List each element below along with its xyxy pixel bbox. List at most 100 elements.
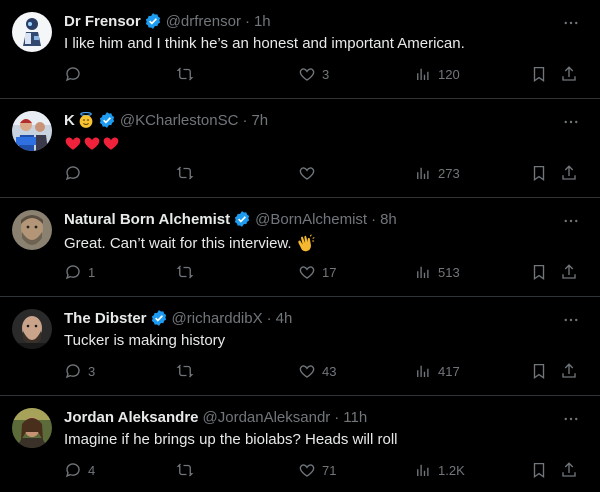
bookmark-button[interactable]	[530, 64, 548, 84]
timestamp[interactable]: 8h	[380, 211, 397, 228]
tweet-header: Dr Frensor @drfrensor · 1h	[64, 11, 271, 31]
avatar[interactable]	[12, 408, 52, 448]
avatar[interactable]	[12, 12, 52, 52]
reply-button[interactable]	[64, 163, 88, 183]
display-name[interactable]: Jordan Aleksandre	[64, 409, 199, 426]
verified-badge-icon	[144, 12, 162, 30]
tweet[interactable]: Dr Frensor @drfrensor · 1h I like him an…	[0, 0, 600, 99]
action-bar: 273	[60, 163, 580, 183]
tweet-text: Imagine if he brings up the biolabs? Hea…	[64, 431, 398, 448]
reply-button[interactable]: 3	[64, 361, 95, 381]
like-button[interactable]: 17	[298, 262, 336, 282]
views-button[interactable]: 273	[414, 163, 460, 183]
bookmark-button[interactable]	[530, 163, 548, 183]
user-handle[interactable]: @KCharlestonSC	[120, 112, 239, 129]
retweet-button[interactable]	[176, 163, 200, 183]
display-name[interactable]: Natural Born Alchemist	[64, 211, 230, 228]
share-button[interactable]	[560, 361, 578, 381]
reply-button[interactable]: 1	[64, 262, 95, 282]
tweet[interactable]: Jordan Aleksandre @JordanAleksandr · 11h…	[0, 396, 600, 491]
analytics-icon	[414, 65, 432, 83]
timestamp[interactable]: 4h	[276, 310, 293, 327]
tweet-body: Great. Can’t wait for this interview.	[64, 233, 316, 253]
share-icon	[560, 65, 578, 83]
views-count: 120	[438, 66, 460, 82]
tweet[interactable]: The Dibster @richarddibX · 4h Tucker is …	[0, 297, 600, 396]
heart-icon	[298, 164, 316, 182]
user-handle[interactable]: @drfrensor	[166, 13, 241, 30]
views-button[interactable]: 513	[414, 262, 460, 282]
share-icon	[560, 164, 578, 182]
share-button[interactable]	[560, 262, 578, 282]
analytics-icon	[414, 164, 432, 182]
more-icon[interactable]	[562, 311, 580, 329]
like-button[interactable]: 71	[298, 460, 336, 480]
tweet-text: Tucker is making history	[64, 332, 226, 349]
tweet-header: The Dibster @richarddibX · 4h	[64, 308, 292, 328]
tweet[interactable]: Natural Born Alchemist @BornAlchemist · …	[0, 198, 600, 297]
separator-dot: ·	[334, 408, 340, 426]
reply-button[interactable]: 4	[64, 460, 95, 480]
timestamp[interactable]: 11h	[343, 409, 367, 426]
heart-icon	[298, 362, 316, 380]
avatar[interactable]	[12, 210, 52, 250]
views-count: 273	[438, 165, 460, 181]
red-heart-icon	[83, 134, 101, 156]
avatar[interactable]	[12, 309, 52, 349]
action-bar: 3 120	[60, 64, 580, 84]
share-button[interactable]	[560, 64, 578, 84]
more-icon[interactable]	[562, 212, 580, 230]
display-name[interactable]: K	[64, 112, 75, 129]
analytics-icon	[414, 461, 432, 479]
share-button[interactable]	[560, 163, 578, 183]
like-button[interactable]	[298, 163, 322, 183]
red-heart-icon	[64, 134, 82, 156]
more-icon[interactable]	[562, 14, 580, 32]
bookmark-icon	[530, 461, 548, 479]
share-button[interactable]	[560, 460, 578, 480]
bookmark-button[interactable]	[530, 262, 548, 282]
views-button[interactable]: 120	[414, 64, 460, 84]
action-bar: 4 71 1.2K	[60, 460, 580, 480]
bookmark-button[interactable]	[530, 361, 548, 381]
verified-badge-icon	[233, 210, 251, 228]
reply-count: 1	[88, 264, 96, 280]
user-handle[interactable]: @JordanAleksandr	[203, 409, 331, 426]
red-heart-icon	[102, 134, 120, 156]
bookmark-button[interactable]	[530, 460, 548, 480]
like-count: 17	[322, 264, 337, 280]
retweet-icon	[176, 65, 194, 83]
retweet-icon	[176, 362, 194, 380]
user-handle[interactable]: @richarddibX	[172, 310, 263, 327]
retweet-icon	[176, 461, 194, 479]
retweet-button[interactable]	[176, 64, 200, 84]
timestamp[interactable]: 1h	[254, 13, 271, 30]
views-count: 417	[438, 363, 460, 379]
more-icon[interactable]	[562, 410, 580, 428]
retweet-button[interactable]	[176, 361, 200, 381]
reply-button[interactable]	[64, 64, 88, 84]
reply-feed: Dr Frensor @drfrensor · 1h I like him an…	[0, 0, 600, 491]
views-button[interactable]: 417	[414, 361, 460, 381]
tweet-header: K @KCharlestonSC · 7h	[64, 110, 268, 130]
separator-dot: ·	[266, 309, 272, 327]
reply-icon	[64, 164, 82, 182]
heart-icon	[298, 263, 316, 281]
timestamp[interactable]: 7h	[251, 112, 268, 129]
avatar[interactable]	[12, 111, 52, 151]
like-count: 43	[322, 363, 337, 379]
more-icon[interactable]	[562, 113, 580, 131]
bookmark-icon	[530, 65, 548, 83]
retweet-button[interactable]	[176, 460, 200, 480]
display-name[interactable]: Dr Frensor	[64, 13, 141, 30]
views-count: 1.2K	[438, 462, 465, 478]
retweet-button[interactable]	[176, 262, 200, 282]
reply-icon	[64, 461, 82, 479]
like-button[interactable]: 3	[298, 64, 329, 84]
user-handle[interactable]: @BornAlchemist	[255, 211, 367, 228]
heart-icon	[298, 65, 316, 83]
views-button[interactable]: 1.2K	[414, 460, 465, 480]
like-button[interactable]: 43	[298, 361, 336, 381]
tweet[interactable]: K @KCharlestonSC · 7h 273	[0, 99, 600, 198]
display-name[interactable]: The Dibster	[64, 310, 147, 327]
